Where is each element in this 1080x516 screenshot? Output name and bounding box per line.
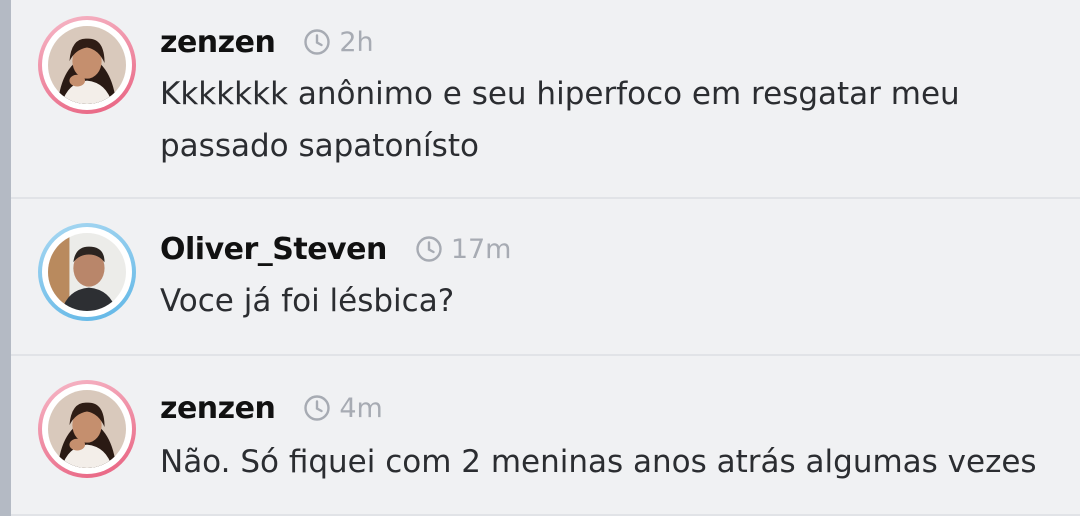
woman-portrait-avatar: [48, 390, 126, 468]
avatar[interactable]: [38, 380, 136, 478]
comment-text: Voce já foi lésbica?: [160, 283, 455, 319]
comment-text: Kkkkkkk anônimo e seu hiperfoco em resga…: [160, 76, 960, 164]
timestamp-label: 2h: [339, 26, 374, 58]
avatar[interactable]: [38, 223, 136, 321]
man-portrait-avatar: [48, 233, 126, 311]
clock-icon: [304, 395, 331, 421]
username[interactable]: zenzen: [160, 25, 276, 60]
timestamp-label: 17m: [450, 233, 512, 265]
comment-header: Oliver_Steven 17m: [160, 227, 512, 271]
comment-header: zenzen 2h: [160, 20, 374, 64]
clock-icon: [416, 236, 442, 262]
timestamp: 4m: [303, 392, 383, 424]
timestamp: 2h: [303, 26, 374, 58]
username[interactable]: zenzen: [160, 391, 276, 426]
thread-indent-line[interactable]: [0, 0, 11, 516]
comment-item[interactable]: zenzen 2h Kkkkkkk anônimo e seu hiperfoc…: [11, 0, 1080, 199]
clock-icon: [304, 29, 331, 55]
comment-text: Não. Só fiquei com 2 meninas anos atrás …: [160, 444, 1037, 480]
timestamp: 17m: [415, 234, 512, 265]
avatar[interactable]: [38, 16, 136, 114]
comment-thread: zenzen 2h Kkkkkkk anônimo e seu hiperfoc…: [0, 0, 1080, 516]
timestamp-label: 4m: [339, 392, 383, 424]
username[interactable]: Oliver_Steven: [160, 232, 387, 267]
comment-item[interactable]: zenzen 4m Não. Só fiquei com 2 meninas a…: [11, 356, 1080, 516]
comment-item[interactable]: Oliver_Steven 17m Voce já foi lésbica?: [11, 199, 1080, 356]
woman-portrait-avatar: [48, 26, 126, 104]
comment-header: zenzen 4m: [160, 386, 383, 430]
